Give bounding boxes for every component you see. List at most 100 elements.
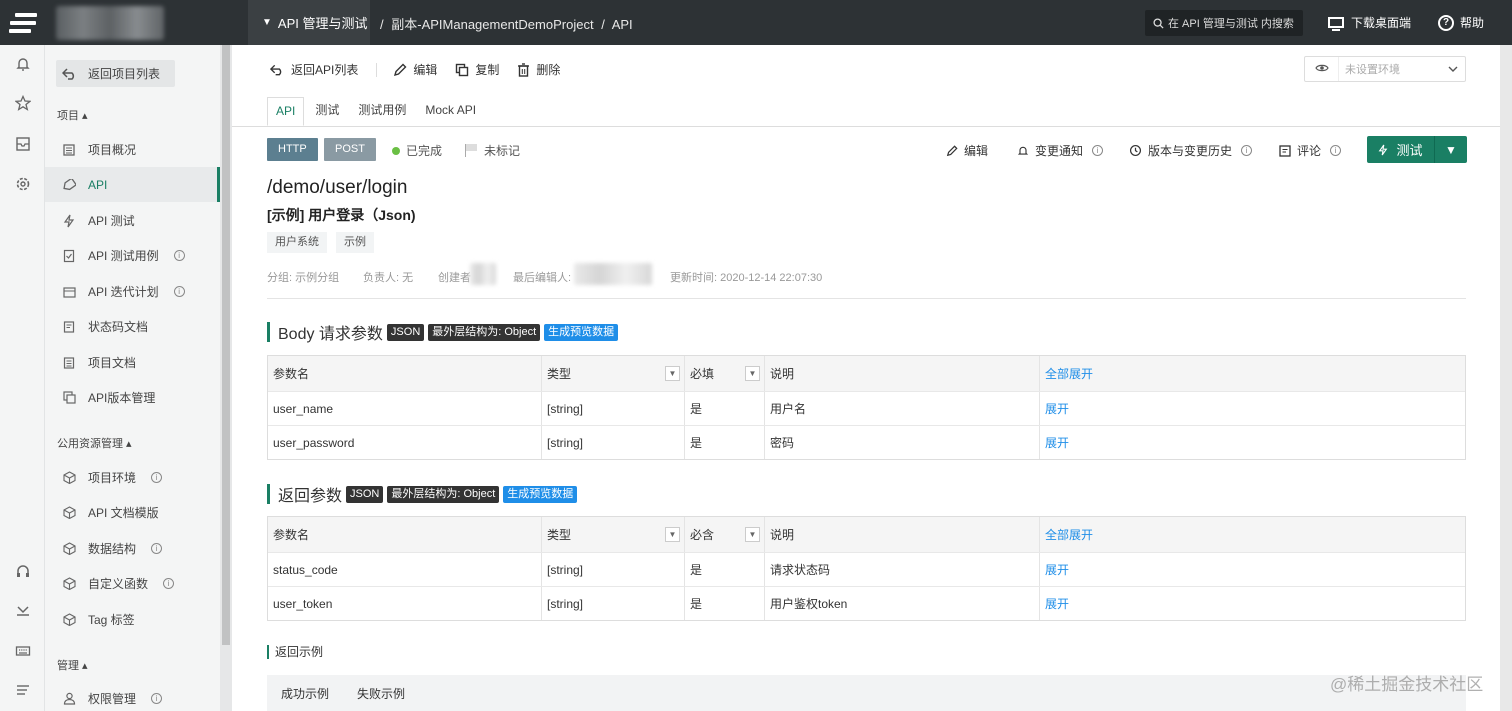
expand-link[interactable]: 展开 — [1040, 392, 1465, 425]
icon-rail — [0, 45, 45, 711]
project-switcher[interactable]: ▼ API 管理与测试 — [248, 0, 370, 45]
caret-down-icon[interactable]: ▼ — [1435, 143, 1467, 157]
sidebar-item-label: API 测试用例 — [88, 249, 159, 263]
format-chip: JSON — [386, 323, 425, 341]
lightning-icon — [1379, 144, 1388, 155]
api-toolbar: 返回API列表 编辑 复制 删除 — [270, 61, 578, 78]
param-desc: 用户鉴权token — [765, 587, 1040, 620]
delete-button[interactable]: 删除 — [517, 61, 560, 78]
sidebar-item-project-docs[interactable]: 项目文档 — [45, 345, 220, 380]
tab-mock-api[interactable]: Mock API — [417, 97, 484, 126]
sidebar-item-test-cases[interactable]: API 测试用例 i — [45, 238, 220, 273]
filter-dropdown-icon[interactable]: ▼ — [665, 527, 680, 542]
info-icon[interactable]: i — [151, 472, 163, 483]
sidebar-item-data-structures[interactable]: 数据结构 i — [45, 531, 220, 566]
status-label: 已完成 — [406, 144, 443, 158]
app-logo-icon[interactable] — [0, 0, 45, 45]
back-to-projects-button[interactable]: 返回项目列表 — [56, 60, 175, 87]
sidebar-item-permissions[interactable]: 权限管理 i — [45, 681, 220, 711]
run-test-button[interactable]: 测试 ▼ — [1367, 136, 1467, 163]
sidebar-item-iteration[interactable]: API 迭代计划 i — [45, 274, 220, 309]
star-icon[interactable] — [0, 94, 45, 116]
comment-button[interactable]: 评论 i — [1279, 142, 1342, 159]
info-icon[interactable]: i — [151, 543, 163, 554]
tab-api[interactable]: API — [267, 97, 305, 126]
download-icon[interactable] — [0, 602, 45, 623]
sidebar-item-status-codes[interactable]: 状态码文档 — [45, 309, 220, 344]
blurred-creator — [470, 263, 496, 285]
sidebar-item-custom-functions[interactable]: 自定义函数 i — [45, 566, 220, 601]
section-shared-header[interactable]: 公用资源管理 ▴ — [57, 435, 132, 451]
filter-dropdown-icon[interactable]: ▼ — [745, 527, 760, 542]
info-icon[interactable]: i — [1241, 145, 1253, 156]
bell-icon[interactable] — [0, 56, 45, 77]
return-example-title: 返回示例 — [275, 645, 324, 659]
inbox-icon[interactable] — [0, 136, 45, 157]
sidebar-scrollbar[interactable] — [220, 45, 232, 711]
keyboard-icon[interactable] — [0, 643, 45, 664]
expand-link[interactable]: 展开 — [1040, 553, 1465, 586]
sidebar-item-label: 数据结构 — [88, 542, 137, 556]
breadcrumb-project[interactable]: 副本-APIManagementDemoProject — [391, 17, 593, 32]
mark-label[interactable]: 未标记 — [484, 142, 520, 159]
scrollbar-thumb[interactable] — [222, 45, 230, 645]
filter-dropdown-icon[interactable]: ▼ — [665, 366, 680, 381]
expand-all-link[interactable]: 全部展开 — [1040, 517, 1465, 552]
cube-icon — [62, 506, 76, 520]
back-to-api-list-button[interactable]: 返回API列表 — [270, 61, 358, 78]
col-header-name: 参数名 — [268, 356, 542, 391]
expand-link[interactable]: 展开 — [1040, 587, 1465, 620]
filter-dropdown-icon[interactable]: ▼ — [745, 366, 760, 381]
sidebar-item-overview[interactable]: 项目概况 — [45, 132, 220, 167]
run-test-main[interactable]: 测试 — [1367, 136, 1435, 163]
expand-all-link[interactable]: 全部展开 — [1040, 356, 1465, 391]
api-tag[interactable]: 示例 — [336, 232, 374, 253]
api-status: 已完成 未标记 — [392, 142, 520, 159]
api-tag[interactable]: 用户系统 — [267, 232, 327, 253]
generate-preview-button[interactable]: 生成预览数据 — [544, 323, 619, 341]
menu-list-icon[interactable] — [0, 682, 45, 703]
edit-button[interactable]: 编辑 — [393, 61, 437, 78]
change-notify-button[interactable]: 变更通知 i — [1017, 142, 1104, 159]
eye-icon — [1305, 57, 1339, 81]
page-scrollbar[interactable] — [1500, 45, 1512, 711]
tab-test[interactable]: 测试 — [307, 97, 347, 126]
generate-preview-button[interactable]: 生成预览数据 — [503, 485, 578, 503]
tab-failure-example[interactable]: 失败示例 — [357, 685, 405, 702]
sidebar-item-api[interactable]: API — [45, 167, 220, 202]
info-icon[interactable]: i — [173, 286, 185, 297]
tab-test-cases[interactable]: 测试用例 — [350, 97, 414, 126]
headset-icon[interactable] — [0, 563, 45, 584]
settings-gear-icon[interactable] — [0, 176, 45, 197]
info-icon[interactable]: i — [1092, 145, 1104, 156]
dashboard-icon — [62, 143, 76, 157]
info-icon[interactable]: i — [163, 578, 175, 589]
comment-icon — [1279, 144, 1291, 157]
info-icon[interactable]: i — [151, 693, 163, 704]
flag-icon[interactable] — [464, 144, 478, 157]
param-type: [string] — [542, 392, 685, 425]
info-icon[interactable]: i — [1330, 145, 1342, 156]
sidebar-item-environments[interactable]: 项目环境 i — [45, 460, 220, 495]
trash-icon — [518, 62, 530, 77]
detail-edit-button[interactable]: 编辑 — [946, 142, 988, 159]
help-button[interactable]: ? 帮助 — [1438, 14, 1484, 31]
sidebar-item-tags[interactable]: Tag 标签 — [45, 602, 220, 637]
info-icon[interactable]: i — [173, 250, 185, 261]
expand-link[interactable]: 展开 — [1040, 426, 1465, 459]
tab-success-example[interactable]: 成功示例 — [281, 685, 329, 702]
toolbar-divider — [376, 62, 378, 77]
download-desktop-button[interactable]: 下载桌面端 — [1328, 14, 1411, 31]
environment-select[interactable]: 未设置环境 — [1304, 56, 1466, 82]
undo-arrow-icon — [270, 64, 282, 75]
section-project-header[interactable]: 项目 ▴ — [57, 107, 88, 123]
breadcrumb-api[interactable]: API — [612, 17, 633, 32]
global-search[interactable]: 在 API 管理与测试 内搜索 — [1145, 10, 1303, 36]
sidebar-item-versions[interactable]: API版本管理 — [45, 380, 220, 415]
copy-button[interactable]: 复制 — [455, 61, 499, 78]
section-admin-header[interactable]: 管理 ▴ — [57, 657, 88, 673]
version-history-button[interactable]: 版本与变更历史 i — [1129, 142, 1253, 159]
table-row: user_name [string] 是 用户名 展开 — [268, 391, 1465, 425]
sidebar-item-doc-templates[interactable]: API 文档模版 — [45, 495, 220, 530]
sidebar-item-api-test[interactable]: API 测试 — [45, 203, 220, 238]
